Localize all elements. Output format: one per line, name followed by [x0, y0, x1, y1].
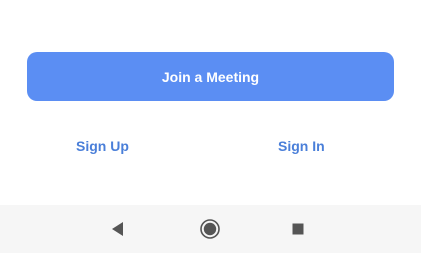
system-navigation-bar — [0, 205, 421, 253]
home-button[interactable] — [199, 218, 221, 240]
sign-up-link[interactable]: Sign Up — [76, 136, 129, 156]
recent-apps-button[interactable] — [287, 218, 309, 240]
join-meeting-button[interactable]: Join a Meeting — [27, 52, 394, 101]
recent-apps-square-icon — [292, 223, 304, 235]
sign-up-label: Sign Up — [76, 138, 129, 154]
back-triangle-icon — [112, 222, 123, 236]
join-meeting-button-label: Join a Meeting — [161, 68, 260, 85]
app-screen: Join a Meeting Sign Up Sign In — [0, 0, 421, 253]
sign-in-link[interactable]: Sign In — [278, 136, 325, 156]
home-circle-icon — [200, 219, 220, 239]
sign-in-label: Sign In — [278, 138, 325, 154]
back-button[interactable] — [107, 218, 129, 240]
